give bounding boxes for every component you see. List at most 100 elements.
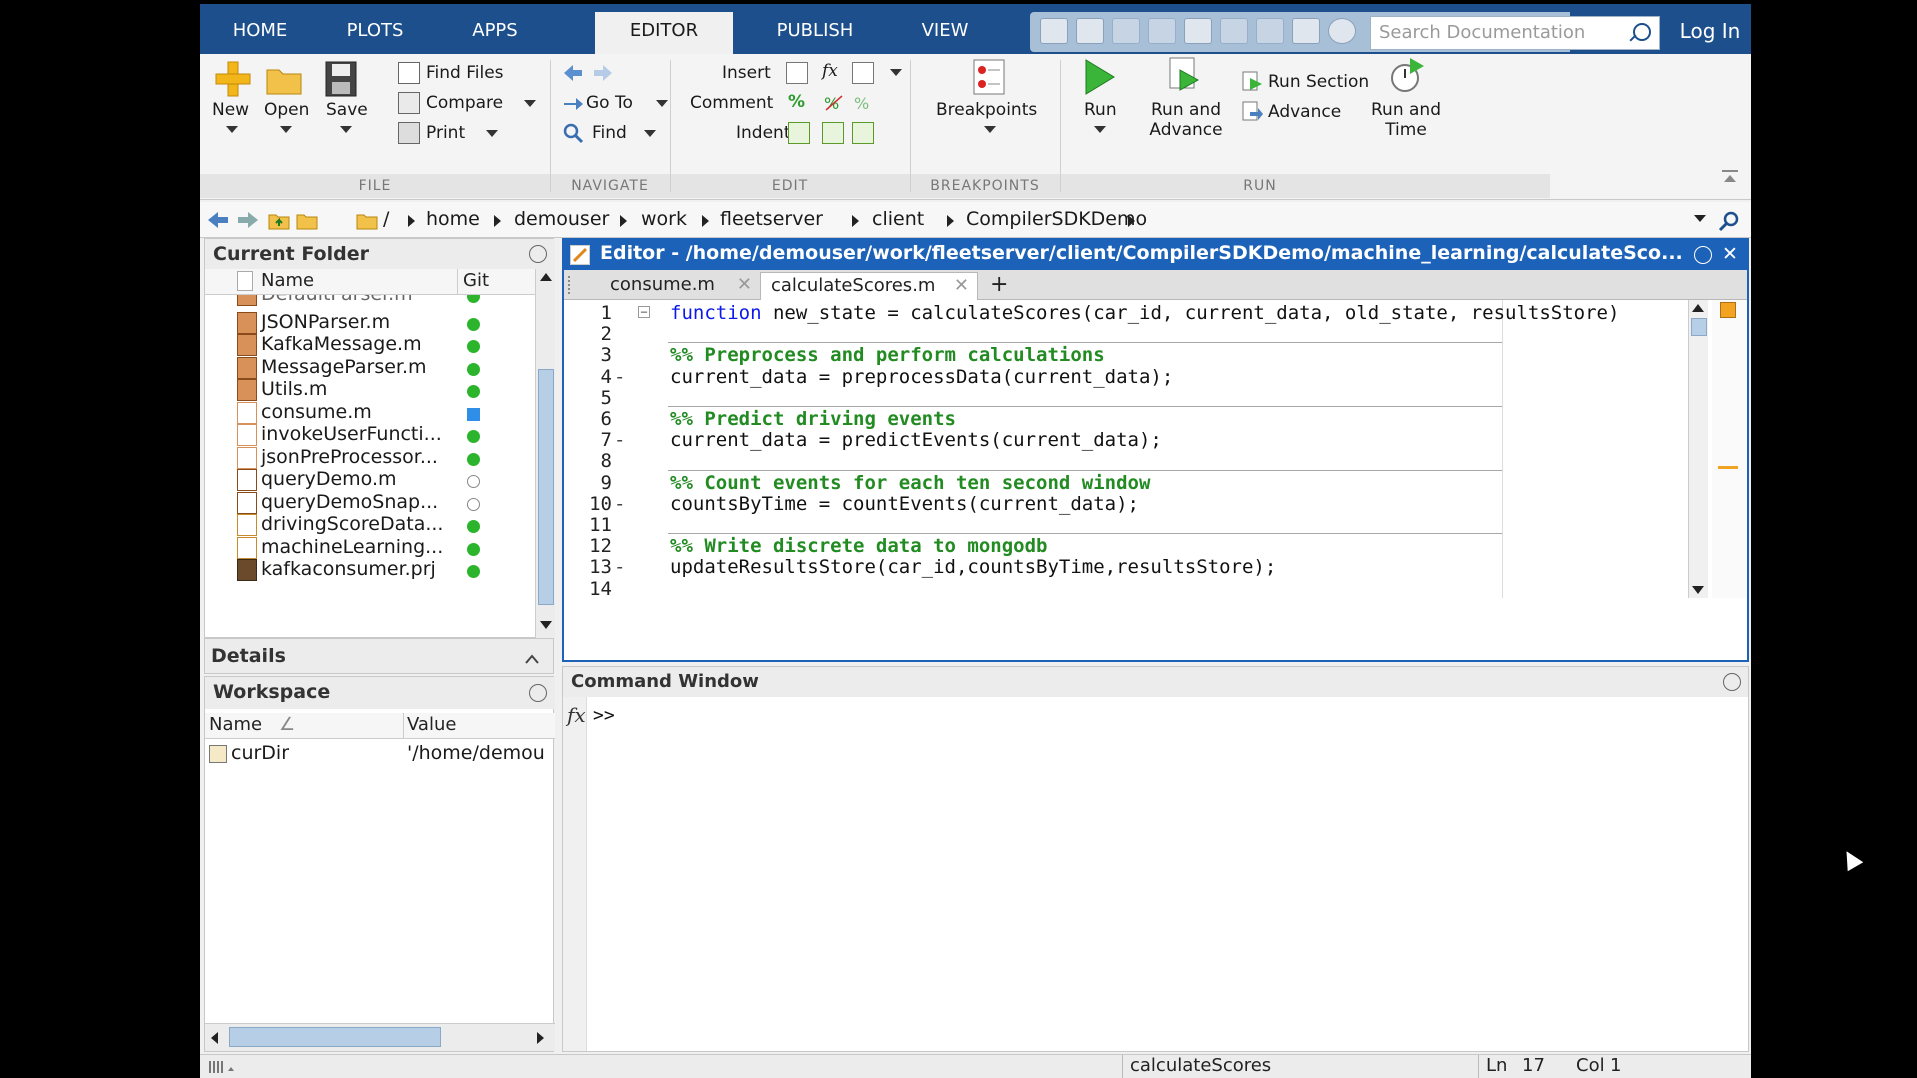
breadcrumb-separator-icon[interactable] (947, 215, 954, 227)
save-label[interactable]: Save (326, 100, 368, 120)
compare-dropdown-arrow[interactable] (524, 100, 536, 107)
command-prompt[interactable]: >> (593, 705, 615, 726)
scroll-thumb[interactable] (1691, 318, 1707, 336)
insert-label[interactable]: Insert (722, 63, 771, 83)
undo-icon[interactable] (1220, 18, 1248, 44)
scroll-down-arrow[interactable] (1692, 586, 1704, 594)
breakpoints-icon[interactable] (970, 58, 1008, 96)
back-icon[interactable] (206, 210, 230, 230)
shortcut-icon[interactable] (1040, 18, 1068, 44)
insert-dropdown-arrow[interactable] (890, 69, 902, 76)
list-item[interactable]: kafkaconsumer.prj (205, 556, 535, 584)
run-and-time-icon[interactable] (1388, 56, 1426, 94)
editor-tab-calculatescores[interactable]: calculateScores.m ✕ (760, 272, 978, 300)
run-section-label[interactable]: Run Section (1268, 72, 1369, 92)
scroll-thumb[interactable] (538, 369, 554, 605)
find-icon[interactable] (562, 122, 584, 144)
breadcrumb-fleetserver[interactable]: fleetserver (720, 208, 823, 230)
tab-publish[interactable]: PUBLISH (745, 12, 885, 50)
save-dropdown-arrow[interactable] (340, 126, 352, 133)
find-label[interactable]: Find (592, 123, 627, 143)
details-panel[interactable]: Details (204, 638, 554, 674)
tab-home[interactable]: HOME (210, 12, 310, 50)
breadcrumb-home[interactable]: home (426, 208, 480, 230)
find-files-label[interactable]: Find Files (426, 63, 504, 83)
breakpoints-dropdown-arrow[interactable] (984, 126, 996, 133)
panel-actions-icon[interactable] (529, 684, 547, 702)
tab-view[interactable]: VIEW (890, 12, 1000, 50)
close-tab-icon[interactable]: ✕ (737, 274, 752, 295)
run-section-icon[interactable] (1242, 70, 1264, 92)
table-row[interactable]: curDir '/home/demou (205, 741, 555, 767)
run-label[interactable]: Run (1084, 100, 1117, 120)
find-dropdown-arrow[interactable] (644, 130, 656, 137)
close-tab-icon[interactable]: ✕ (954, 275, 969, 296)
breakpoint-marker[interactable]: - (614, 429, 625, 451)
scroll-down-arrow[interactable] (540, 621, 552, 629)
code-line[interactable]: updateResultsStore(car_id,countsByTime,r… (670, 556, 1276, 578)
open-folder-icon[interactable] (265, 62, 303, 100)
breakpoints-label[interactable]: Breakpoints (936, 100, 1037, 120)
run-and-time-label-1[interactable]: Run and (1366, 100, 1446, 120)
panel-actions-icon[interactable] (529, 245, 547, 263)
insert-table-icon[interactable] (852, 62, 874, 84)
breadcrumb-separator-icon[interactable] (494, 215, 501, 227)
print-icon[interactable] (398, 122, 420, 144)
login-button[interactable]: Log In (1670, 12, 1750, 50)
paste-icon[interactable] (1184, 18, 1212, 44)
run-and-time-label-2[interactable]: Time (1366, 120, 1446, 140)
new-file-icon[interactable] (214, 60, 252, 98)
tab-plots[interactable]: PLOTS (310, 12, 440, 50)
address-history-dropdown-arrow[interactable] (1694, 215, 1706, 222)
new-tab-plus-icon[interactable]: + (982, 272, 1014, 300)
save-icon[interactable] (1076, 18, 1104, 44)
breadcrumb-separator-icon[interactable] (852, 215, 859, 227)
code-line[interactable]: %% Predict driving events (670, 408, 956, 430)
breadcrumb-root[interactable]: / (383, 208, 389, 230)
code-fold-icon[interactable]: − (638, 306, 650, 318)
name-column-header[interactable]: Name (209, 714, 262, 735)
code-line[interactable]: %% Preprocess and perform calculations (670, 344, 1105, 366)
code-line[interactable]: current_data = preprocessData(current_da… (670, 366, 1173, 388)
open-label[interactable]: Open (264, 100, 309, 120)
search-documentation-input[interactable]: Search Documentation (1370, 16, 1660, 50)
scroll-thumb[interactable] (229, 1027, 441, 1047)
breakpoint-marker[interactable]: - (614, 556, 625, 578)
redo-icon[interactable] (1256, 18, 1284, 44)
up-folder-icon[interactable] (268, 210, 290, 230)
help-icon[interactable] (1328, 18, 1356, 44)
advance-icon[interactable] (1242, 100, 1264, 122)
editor-vertical-scrollbar[interactable] (1688, 300, 1708, 598)
run-and-advance-label-1[interactable]: Run and (1146, 100, 1226, 120)
comment-percent-icon[interactable]: % (788, 92, 805, 112)
scroll-right-arrow[interactable] (537, 1032, 544, 1044)
code-line[interactable]: %% Count events for each ten second wind… (670, 472, 1150, 494)
panel-actions-icon[interactable] (1723, 673, 1741, 691)
print-label[interactable]: Print (426, 123, 465, 143)
copy-icon[interactable] (1148, 18, 1176, 44)
breakpoint-marker[interactable]: - (614, 366, 625, 388)
breadcrumb-client[interactable]: client (872, 208, 924, 230)
wrap-comments-icon[interactable]: % (852, 92, 874, 114)
comment-label[interactable]: Comment (690, 93, 773, 113)
collapse-toolstrip-icon[interactable] (1722, 168, 1738, 182)
uncomment-icon[interactable]: % (822, 92, 844, 114)
code-line[interactable]: current_data = predictEvents(current_dat… (670, 429, 1162, 451)
editor-actions-icon[interactable] (1694, 246, 1712, 264)
run-dropdown-arrow[interactable] (1094, 126, 1106, 133)
scroll-up-arrow[interactable] (1692, 304, 1704, 312)
forward-icon[interactable] (236, 210, 260, 230)
go-to-icon[interactable] (562, 92, 584, 114)
new-label[interactable]: New (212, 100, 249, 120)
forward-arrow-icon[interactable] (592, 62, 614, 84)
switch-windows-icon[interactable] (1292, 18, 1320, 44)
decrease-indent-icon[interactable] (852, 122, 874, 144)
name-column-header[interactable]: Name (261, 270, 314, 291)
value-column-header[interactable]: Value (407, 714, 456, 735)
smart-indent-icon[interactable] (788, 122, 810, 144)
run-and-advance-label-2[interactable]: Advance (1146, 120, 1226, 140)
breadcrumb-demouser[interactable]: demouser (514, 208, 609, 230)
breadcrumb-separator-icon[interactable] (408, 215, 415, 227)
browse-folder-icon[interactable] (296, 210, 318, 230)
compare-label[interactable]: Compare (426, 93, 503, 113)
